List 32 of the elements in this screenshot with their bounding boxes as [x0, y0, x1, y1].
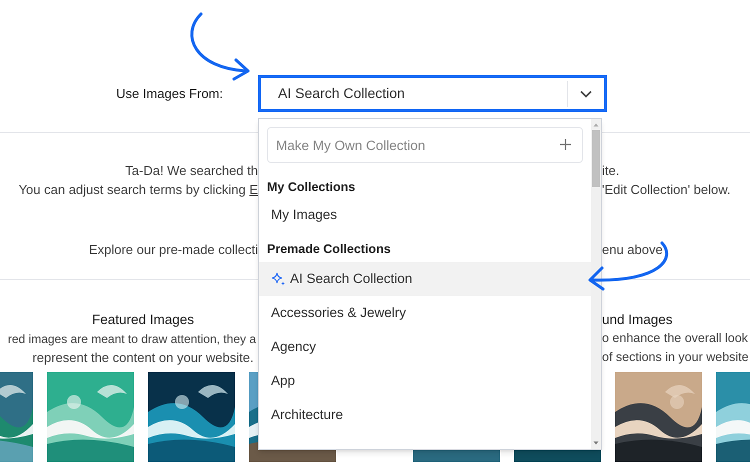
section-title: Featured Images [92, 311, 194, 329]
collection-option[interactable]: Architecture [259, 398, 592, 432]
collection-name-field[interactable]: Make My Own Collection [267, 127, 584, 163]
group-header: Premade Collections [267, 240, 391, 258]
curved-arrow [190, 12, 250, 80]
field-label: Use Images From: [116, 84, 223, 103]
scroll-up-icon[interactable] [593, 122, 600, 128]
message-text: You can adjust search terms by clicking [18, 180, 247, 199]
scrollbar[interactable] [591, 119, 601, 449]
group-header: My Collections [267, 178, 356, 196]
collection-option[interactable]: AI Search Collection [259, 262, 592, 296]
scroll-down-icon[interactable] [593, 440, 600, 446]
section-text: o enhance the overall look [602, 330, 749, 347]
collection-option[interactable]: Agency [259, 330, 592, 364]
section-text: represent the content on your website. [32, 348, 254, 367]
section-text: red images are meant to draw attention, they a [8, 330, 256, 348]
scrollbar-thumb[interactable] [592, 130, 600, 187]
explore-text: Explore our pre-made collecti [88, 240, 258, 259]
collection-option[interactable]: Accessories & Jewelry [259, 296, 592, 330]
plus-icon [560, 139, 572, 150]
section-text: of sections in your website [602, 349, 750, 366]
message-text: ite. [602, 162, 620, 180]
sparkle-icon [271, 272, 286, 286]
message-text: Ta-Da! We searched th [125, 162, 258, 180]
explore-text: enu above [602, 240, 663, 259]
collection-option[interactable]: App [259, 364, 592, 398]
collection-select[interactable]: AI Search Collection [258, 75, 607, 112]
edit-link[interactable]: E [249, 180, 258, 200]
message-text: 'Edit Collection' below. [602, 180, 731, 199]
collection-option[interactable]: My Images [259, 199, 592, 231]
chevron-down-icon [580, 90, 592, 98]
section-title: und Images [602, 311, 674, 329]
